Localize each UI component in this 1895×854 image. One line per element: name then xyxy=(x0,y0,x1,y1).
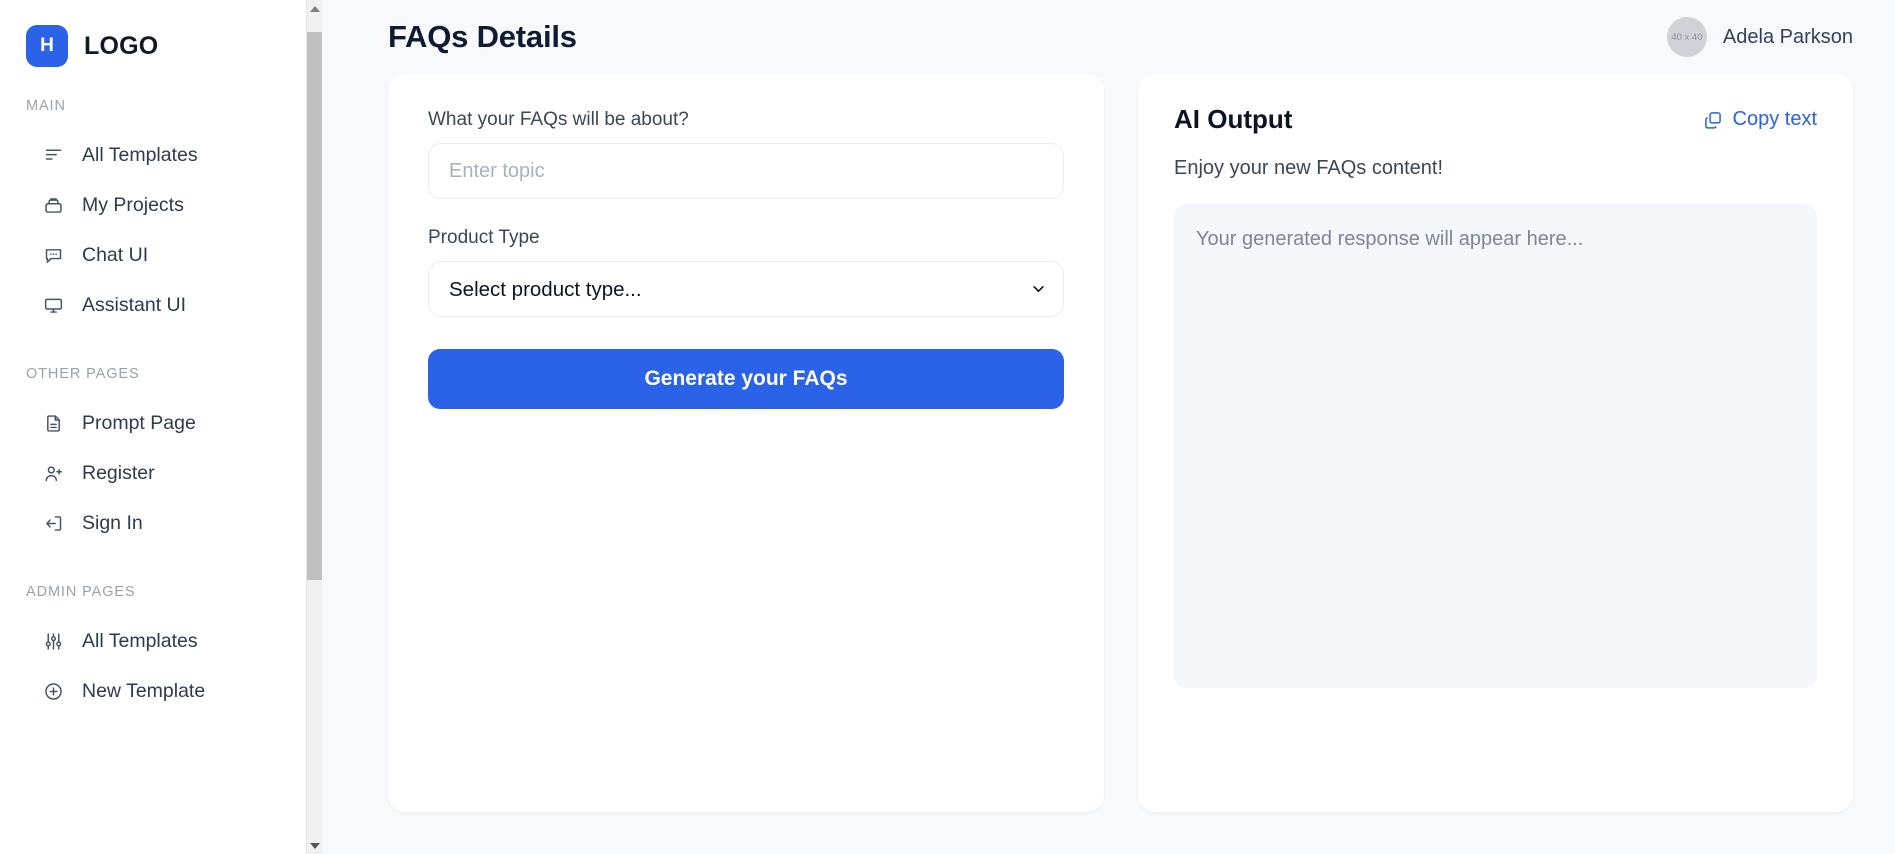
sidebar-item-chat-ui[interactable]: Chat UI xyxy=(0,230,322,280)
sidebar-item-label: My Projects xyxy=(82,193,184,216)
user-name: Adela Parkson xyxy=(1722,25,1853,48)
sidebar-item-all-templates[interactable]: All Templates xyxy=(0,130,322,180)
sidebar-item-label: Chat UI xyxy=(82,243,149,266)
sidebar-item-label: All Templates xyxy=(82,629,198,652)
avatar: 40 x 40 xyxy=(1666,17,1707,57)
brand-mark-icon: H xyxy=(26,25,68,67)
ai-output-subtitle: Enjoy your new FAQs content! xyxy=(1174,157,1444,179)
ai-output-title: AI Output xyxy=(1174,104,1293,134)
copy-text-label: Copy text xyxy=(1732,108,1817,130)
product-type-label: Product Type xyxy=(428,227,540,248)
ai-output-header: AI Output Copy text xyxy=(1174,104,1817,135)
sidebar-scrollbar[interactable] xyxy=(306,0,322,854)
sidebar-item-label: Prompt Page xyxy=(82,411,196,434)
briefcase-icon xyxy=(42,194,64,216)
scrollbar-down-arrow-icon[interactable] xyxy=(307,837,322,854)
content-area: What your FAQs will be about? Product Ty… xyxy=(322,74,1895,812)
sidebar-item-assistant-ui[interactable]: Assistant UI xyxy=(0,280,322,330)
ai-output-card: AI Output Copy text Enjoy your new FAQs … xyxy=(1138,74,1853,812)
sidebar-item-label: Sign In xyxy=(82,511,143,534)
generate-faqs-button[interactable]: Generate your FAQs xyxy=(428,349,1064,409)
page-title: FAQs Details xyxy=(388,19,577,54)
message-dots-icon xyxy=(42,244,64,266)
user-plus-icon xyxy=(42,462,64,484)
sidebar-item-new-template[interactable]: New Template xyxy=(0,666,322,716)
document-icon xyxy=(42,412,64,434)
sidebar-item-label: Assistant UI xyxy=(82,293,187,316)
sidebar-item-label: Register xyxy=(82,461,155,484)
sidebar-item-prompt-page[interactable]: Prompt Page xyxy=(0,398,322,448)
sidebar-item-register[interactable]: Register xyxy=(0,448,322,498)
scrollbar-thumb[interactable] xyxy=(307,32,322,580)
nav-section-admin-label: ADMIN PAGES xyxy=(26,584,136,600)
product-type-select[interactable]: Select product type... xyxy=(428,261,1064,317)
sidebar-item-label: All Templates xyxy=(82,143,198,166)
main-content: FAQs Details 40 x 40 Adela Parkson What … xyxy=(322,0,1895,854)
nav-section-main-label: MAIN xyxy=(26,98,66,114)
faq-form-card: What your FAQs will be about? Product Ty… xyxy=(388,74,1104,812)
brand-name: LOGO xyxy=(84,31,159,60)
sidebar: H LOGO MAIN All Templates My Projects Ch… xyxy=(0,0,322,854)
nav-section-other-label: OTHER PAGES xyxy=(26,366,140,382)
brand-logo[interactable]: H LOGO xyxy=(0,0,322,70)
login-arrow-icon xyxy=(42,512,64,534)
scrollbar-up-arrow-icon[interactable] xyxy=(307,0,322,17)
ai-output-textarea[interactable]: Your generated response will appear here… xyxy=(1174,204,1817,688)
copy-text-button[interactable]: Copy text xyxy=(1703,108,1817,131)
product-type-select-wrap: Select product type... xyxy=(428,261,1064,317)
app-root: H LOGO MAIN All Templates My Projects Ch… xyxy=(0,0,1895,854)
sidebar-item-my-projects[interactable]: My Projects xyxy=(0,180,322,230)
plus-circle-icon xyxy=(42,680,64,702)
sidebar-item-label: New Template xyxy=(82,679,206,702)
ai-output-placeholder: Your generated response will appear here… xyxy=(1196,228,1584,250)
copy-icon xyxy=(1703,110,1723,130)
sidebar-item-admin-all-templates[interactable]: All Templates xyxy=(0,616,322,666)
topic-label: What your FAQs will be about? xyxy=(428,109,689,130)
topic-input[interactable] xyxy=(428,143,1064,199)
user-profile[interactable]: 40 x 40 Adela Parkson xyxy=(1666,17,1853,57)
monitor-icon xyxy=(42,294,64,316)
align-left-icon xyxy=(42,144,64,166)
topbar: FAQs Details 40 x 40 Adela Parkson xyxy=(322,0,1895,74)
sliders-icon xyxy=(42,630,64,652)
sidebar-item-sign-in[interactable]: Sign In xyxy=(0,498,322,548)
